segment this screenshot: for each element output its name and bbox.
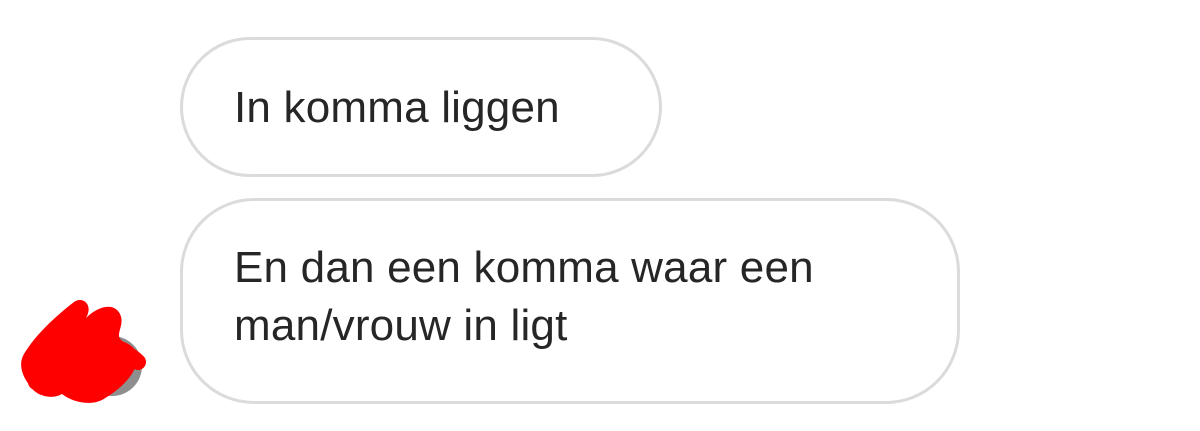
- message-thread: In komma liggen En dan een komma waar ee…: [0, 0, 1200, 431]
- message-text: En dan een komma waar een man/vrouw in l…: [234, 243, 814, 350]
- message-bubble[interactable]: En dan een komma waar een man/vrouw in l…: [180, 198, 960, 404]
- message-bubble[interactable]: In komma liggen: [180, 37, 662, 177]
- message-text: In komma liggen: [234, 83, 560, 132]
- redacted-avatar-icon[interactable]: [16, 296, 146, 406]
